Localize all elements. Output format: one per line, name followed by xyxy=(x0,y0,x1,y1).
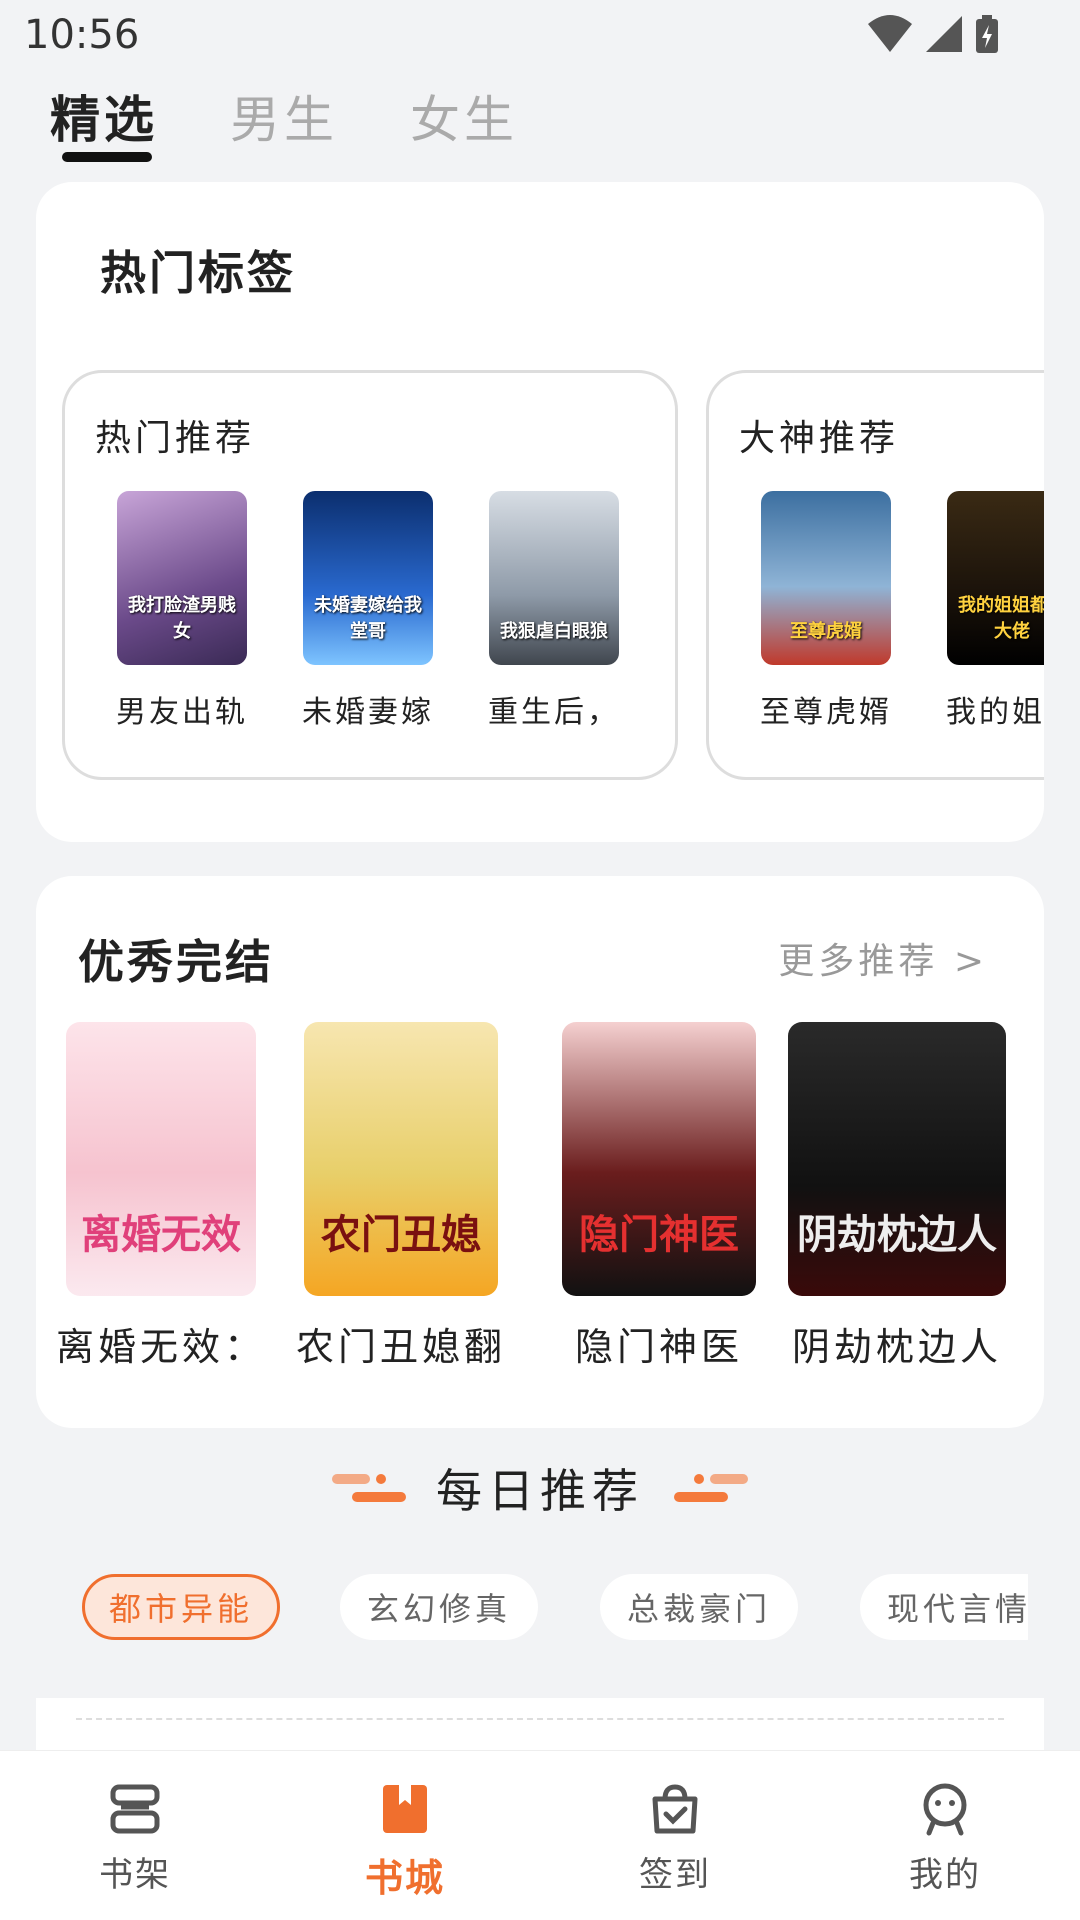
nav-label: 书架 xyxy=(99,1855,171,1895)
book-item[interactable]: 至尊虎婿 至尊虎婿 xyxy=(760,491,892,731)
book-item[interactable]: 我打脸渣男贱女 男友出轨 xyxy=(116,491,248,731)
daily-header: 每日推荐 xyxy=(0,1458,1080,1518)
more-recommend-link[interactable]: 更多推荐 > xyxy=(778,932,988,984)
status-time: 10:56 xyxy=(24,12,140,58)
book-cover: 至尊虎婿 xyxy=(761,491,891,665)
decoration-icon xyxy=(674,1468,754,1508)
book-cover: 隐门神医 xyxy=(562,1022,756,1296)
tab-female[interactable]: 女生 xyxy=(410,80,518,152)
daily-title: 每日推荐 xyxy=(436,1464,644,1518)
book-title: 离婚无效： xyxy=(56,1325,267,1369)
chip-ceo[interactable]: 总裁豪门 xyxy=(600,1574,798,1640)
chip-romance[interactable]: 现代言情 xyxy=(860,1574,1028,1640)
finished-title: 优秀完结 xyxy=(78,935,274,989)
book-title: 重生后， xyxy=(488,695,620,730)
hot-tags-title: 热门标签 xyxy=(100,246,296,300)
bottom-nav: 书架 书城 签到 我的 xyxy=(0,1750,1080,1920)
top-tabs: 精选 男生 女生 xyxy=(50,80,518,152)
chip-fantasy[interactable]: 玄幻修真 xyxy=(340,1574,538,1640)
book-cover: 我打脸渣男贱女 xyxy=(117,491,247,665)
finished-card: 优秀完结 更多推荐 > 离婚无效 离婚无效： 农门丑媳 农门丑媳翻 隐门神医 隐… xyxy=(36,876,1044,1428)
book-title: 至尊虎婿 xyxy=(760,695,892,730)
tab-male[interactable]: 男生 xyxy=(230,80,338,152)
book-item[interactable]: 我狠虐白眼狼 重生后， xyxy=(488,491,620,731)
book-cover: 我狠虐白眼狼 xyxy=(489,491,619,665)
signal-icon xyxy=(926,16,962,52)
book-cover: 农门丑媳 xyxy=(304,1022,498,1296)
book-cover: 未婚妻嫁给我堂哥 xyxy=(303,491,433,665)
decoration-icon xyxy=(326,1468,406,1508)
book-item[interactable]: 未婚妻嫁给我堂哥 未婚妻嫁 xyxy=(302,491,434,731)
book-cover: 阴劫枕边人 xyxy=(788,1022,1006,1296)
chip-urban[interactable]: 都市异能 xyxy=(82,1574,280,1640)
nav-label: 签到 xyxy=(639,1855,711,1895)
hot-tags-card: 热门标签 热门推荐 我打脸渣男贱女 男友出轨 未婚妻嫁给我堂哥 未婚妻嫁 我狠虐… xyxy=(36,182,1044,842)
book-title: 男友出轨 xyxy=(116,695,248,730)
book-cover: 离婚无效 xyxy=(66,1022,256,1296)
profile-icon xyxy=(923,1783,967,1836)
book-item[interactable]: 离婚无效 离婚无效： xyxy=(56,1022,262,1371)
tag-group-hot[interactable]: 热门推荐 我打脸渣男贱女 男友出轨 未婚妻嫁给我堂哥 未婚妻嫁 我狠虐白眼狼 重… xyxy=(62,370,678,780)
book-item[interactable]: 我的姐姐都是大佬 我的姐妹 xyxy=(946,491,1044,731)
book-title: 阴劫枕边人 xyxy=(791,1325,1002,1369)
tab-featured[interactable]: 精选 xyxy=(50,80,158,152)
category-chips: 都市异能 玄幻修真 总裁豪门 现代言情 xyxy=(82,1574,1028,1644)
nav-profile[interactable]: 我的 xyxy=(885,1781,1005,1896)
status-bar: 10:56 xyxy=(0,0,1080,72)
tag-group-title: 热门推荐 xyxy=(95,418,256,459)
divider xyxy=(76,1718,1004,1720)
wifi-icon xyxy=(868,15,912,52)
book-item[interactable]: 隐门神医 隐门神医 xyxy=(562,1022,756,1371)
nav-bookstore[interactable]: 书城 xyxy=(345,1781,465,1902)
book-title: 隐门神医 xyxy=(574,1325,743,1369)
checkin-icon xyxy=(652,1784,698,1834)
battery-icon xyxy=(976,15,998,53)
book-title: 我的姐妹 xyxy=(946,695,1044,730)
tag-group-master[interactable]: 大神推荐 至尊虎婿 至尊虎婿 我的姐姐都是大佬 我的姐妹 xyxy=(706,370,1044,780)
book-title: 农门丑媳翻 xyxy=(296,1325,507,1369)
nav-bookshelf[interactable]: 书架 xyxy=(75,1781,195,1896)
bookshelf-icon xyxy=(110,1784,160,1834)
nav-checkin[interactable]: 签到 xyxy=(615,1781,735,1896)
nav-label: 书城 xyxy=(364,1856,445,1900)
tab-active-indicator xyxy=(62,152,152,162)
bookstore-icon xyxy=(383,1785,427,1833)
book-cover: 我的姐姐都是大佬 xyxy=(947,491,1044,665)
book-title: 未婚妻嫁 xyxy=(302,695,434,730)
book-item[interactable]: 阴劫枕边人 阴劫枕边人 xyxy=(788,1022,1006,1371)
tag-group-title: 大神推荐 xyxy=(739,418,900,459)
nav-label: 我的 xyxy=(909,1855,981,1895)
book-item[interactable]: 农门丑媳 农门丑媳翻 xyxy=(296,1022,502,1371)
daily-list xyxy=(36,1698,1044,1758)
